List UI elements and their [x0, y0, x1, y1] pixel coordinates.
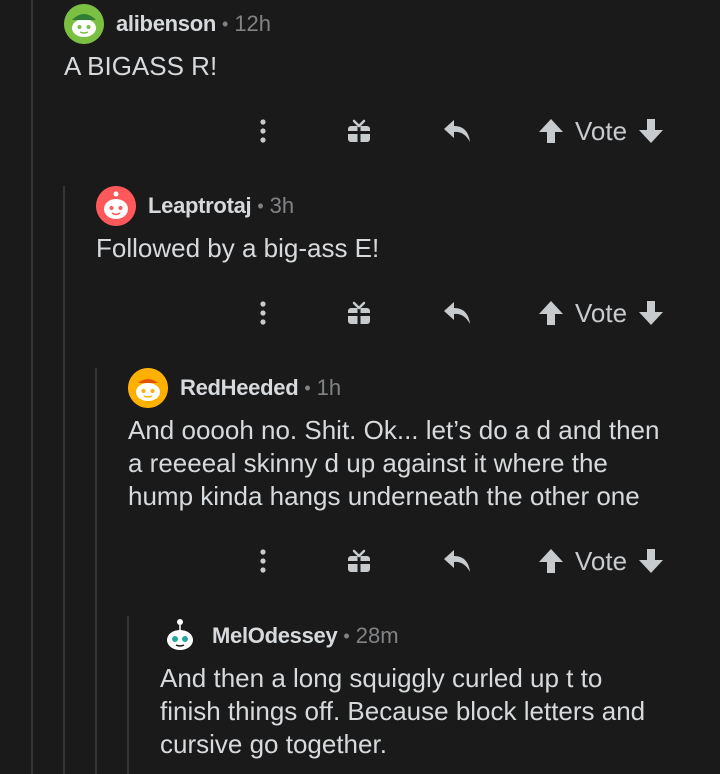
- comment-header: MelOdessey • 28m: [160, 614, 645, 658]
- more-vertical-icon: [260, 549, 266, 573]
- comment-body: A BIGASS R!: [64, 51, 218, 81]
- vote-label: Vote: [575, 115, 628, 146]
- reply-arrow-icon: [444, 302, 470, 324]
- avatar[interactable]: [64, 4, 104, 44]
- comment-redheeded: RedHeeded • 1h And ooooh no. Shit. Ok...…: [128, 366, 659, 513]
- timestamp: 1h: [316, 375, 342, 400]
- comment-header: RedHeeded • 1h: [128, 366, 659, 410]
- more-options-button[interactable]: [252, 293, 274, 333]
- author-name[interactable]: MelOdessey: [212, 623, 338, 649]
- separator-dot: •: [343, 625, 350, 646]
- separator-dot: •: [304, 377, 311, 398]
- reply-button[interactable]: [441, 111, 473, 151]
- snoo-avatar-icon: [160, 616, 200, 656]
- downvote-arrow-icon[interactable]: [637, 299, 665, 327]
- downvote-arrow-icon[interactable]: [637, 117, 665, 145]
- vote-controls: Vote: [537, 111, 665, 151]
- timestamp: 3h: [269, 193, 295, 218]
- comment-actions: Vote: [0, 541, 720, 581]
- avatar[interactable]: [160, 616, 200, 656]
- upvote-arrow-icon[interactable]: [537, 547, 565, 575]
- avatar[interactable]: [128, 368, 168, 408]
- comment-actions: Vote: [0, 111, 720, 151]
- vote-label: Vote: [575, 545, 628, 576]
- avatar[interactable]: [96, 186, 136, 226]
- vote-label: Vote: [575, 297, 628, 328]
- gift-award-icon: [348, 301, 370, 324]
- snoo-avatar-icon: [96, 186, 136, 226]
- comment-header: alibenson • 12h: [64, 2, 271, 46]
- snoo-avatar-icon: [128, 368, 168, 408]
- comment-alibenson: alibenson • 12h A BIGASS R!: [64, 2, 271, 83]
- reply-button[interactable]: [441, 541, 473, 581]
- upvote-arrow-icon[interactable]: [537, 117, 565, 145]
- comment-body: And then a long squiggly curled up t to …: [160, 663, 646, 759]
- comment-body: And ooooh no. Shit. Ok... let’s do a d a…: [128, 415, 660, 511]
- reply-button[interactable]: [441, 293, 473, 333]
- comment-header: Leaptrotaj • 3h: [96, 184, 379, 228]
- reply-arrow-icon: [444, 550, 470, 572]
- author-name[interactable]: Leaptrotaj: [148, 193, 252, 219]
- timestamp: 28m: [355, 623, 399, 648]
- thread-line-level-4[interactable]: [127, 616, 129, 774]
- vote-controls: Vote: [537, 293, 665, 333]
- more-options-button[interactable]: [252, 111, 274, 151]
- award-button[interactable]: [345, 111, 373, 151]
- gift-award-icon: [348, 119, 370, 142]
- more-vertical-icon: [260, 119, 266, 143]
- award-button[interactable]: [345, 541, 373, 581]
- author-name[interactable]: alibenson: [116, 11, 216, 37]
- downvote-arrow-icon[interactable]: [637, 547, 665, 575]
- thread-line-level-2[interactable]: [63, 186, 65, 774]
- vote-controls: Vote: [537, 541, 665, 581]
- award-button[interactable]: [345, 293, 373, 333]
- more-options-button[interactable]: [252, 541, 274, 581]
- comment-melodessey: MelOdessey • 28m And then a long squiggl…: [160, 614, 645, 761]
- author-name[interactable]: RedHeeded: [180, 375, 299, 401]
- reply-arrow-icon: [444, 120, 470, 142]
- comment-body: Followed by a big-ass E!: [96, 233, 380, 263]
- separator-dot: •: [257, 195, 264, 216]
- upvote-arrow-icon[interactable]: [537, 299, 565, 327]
- gift-award-icon: [348, 549, 370, 572]
- snoo-avatar-icon: [64, 4, 104, 44]
- separator-dot: •: [222, 13, 229, 34]
- timestamp: 12h: [234, 11, 272, 36]
- comment-actions: Vote: [0, 293, 720, 333]
- more-vertical-icon: [260, 301, 266, 325]
- comment-leaptrotaj: Leaptrotaj • 3h Followed by a big-ass E!: [96, 184, 379, 265]
